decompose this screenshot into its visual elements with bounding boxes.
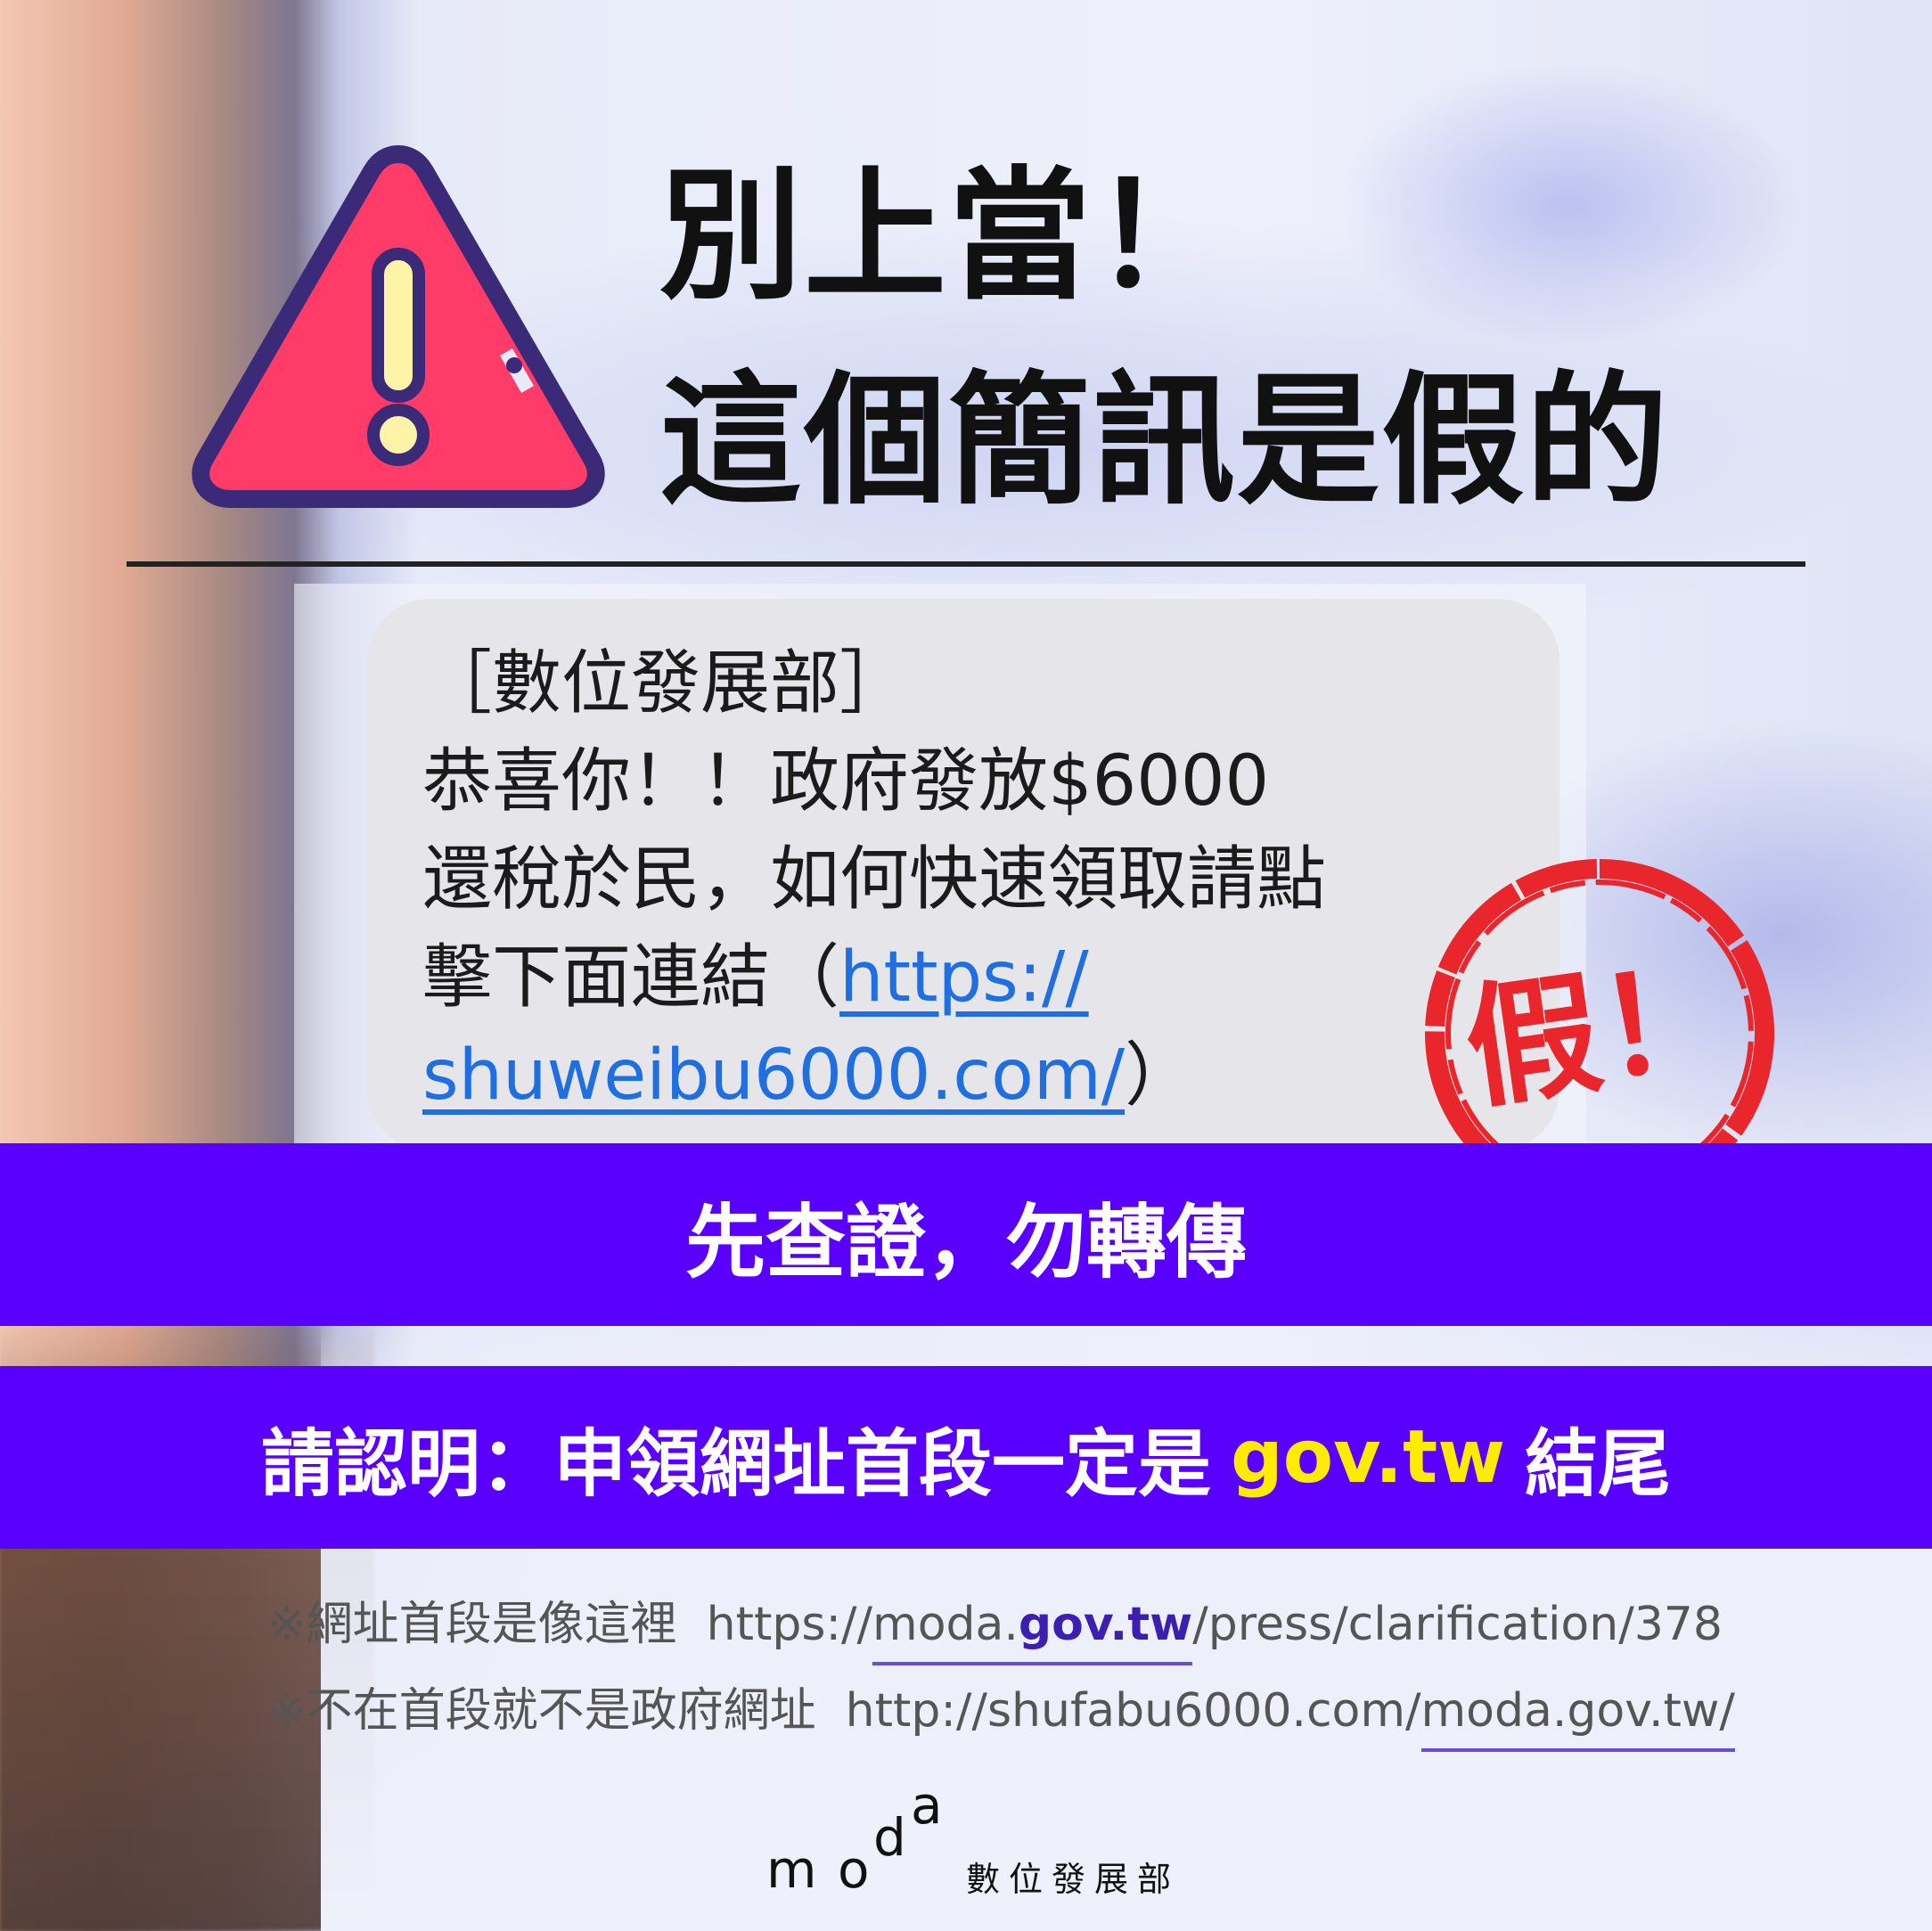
sms-sender: ［數位發展部］	[422, 643, 910, 724]
note-1-url-moda: moda.	[872, 1598, 1019, 1651]
sms-bubble: ［數位發展部］ 恭喜你！！政府發放$6000 還稅於民，如何快速領取請點 擊下面…	[367, 599, 1560, 1151]
note-1-url-before: https://	[706, 1598, 873, 1651]
banner-gov-tw-prefix: 請認明：申領網址首段一定是	[261, 1422, 1212, 1507]
note-1-url-underlined: moda.gov.tw	[872, 1598, 1193, 1665]
warning-icon	[192, 145, 605, 508]
banner-verify-text: 先查證，勿轉傳	[685, 1195, 1247, 1289]
sms-line-4-text: 擊下面連結（	[422, 937, 840, 1018]
note-2-label: ※不在首段就不是政府網址	[267, 1684, 816, 1738]
sms-line-4: 擊下面連結（https://	[422, 929, 1515, 1027]
sms-line-5: shuweibu6000.com/）	[422, 1027, 1515, 1125]
note-2-url-underlined: moda.gov.tw/	[1420, 1684, 1735, 1752]
headline-line-2: 這個簡訊是假的	[659, 357, 1671, 524]
note-fake-url: ※不在首段就不是政府網址 http://shufabu6000.com/moda…	[267, 1673, 1735, 1752]
note-1-label: ※網址首段是像這裡	[267, 1598, 677, 1651]
sms-closing: ）	[1125, 1035, 1195, 1116]
moda-logo-text: 數位發展部	[966, 1860, 1181, 1899]
banner-verify: 先查證，勿轉傳	[0, 1143, 1932, 1326]
moda-logo: m o d a 數位發展部	[766, 1782, 1176, 1907]
note-1-url-after: /press/clarification/378	[1192, 1598, 1723, 1651]
banner-gov-tw: 請認明：申領網址首段一定是 gov.tw 結尾	[0, 1366, 1932, 1549]
stamp-label: 假！	[1456, 936, 1743, 1128]
note-2-url-before: http://shufabu6000.com/	[845, 1684, 1421, 1738]
logo-d: d	[873, 1807, 906, 1868]
sms-line-2: 恭喜你！！政府發放$6000	[422, 741, 1270, 822]
headline-line-1: 別上當！	[659, 152, 1238, 319]
moda-logo-mark: m o d a	[766, 1782, 943, 1898]
sms-link-part-2[interactable]: shuweibu6000.com/	[422, 1035, 1125, 1116]
logo-a: a	[911, 1782, 943, 1836]
note-valid-url: ※網址首段是像這裡 https://moda.gov.tw/press/clar…	[267, 1586, 1723, 1665]
logo-m: m	[766, 1839, 817, 1898]
sms-link-part-1[interactable]: https://	[839, 937, 1089, 1018]
banner-gov-tw-accent: gov.tw	[1231, 1415, 1505, 1500]
note-1-url-highlight: gov.tw	[1018, 1598, 1193, 1651]
logo-o: o	[838, 1839, 870, 1898]
divider	[127, 561, 1805, 567]
sms-line-3: 還稅於民，如何快速領取請點	[422, 839, 1327, 920]
banner-gov-tw-suffix: 結尾	[1524, 1422, 1671, 1507]
headline: 別上當！ 這個簡訊是假的	[659, 134, 1670, 544]
